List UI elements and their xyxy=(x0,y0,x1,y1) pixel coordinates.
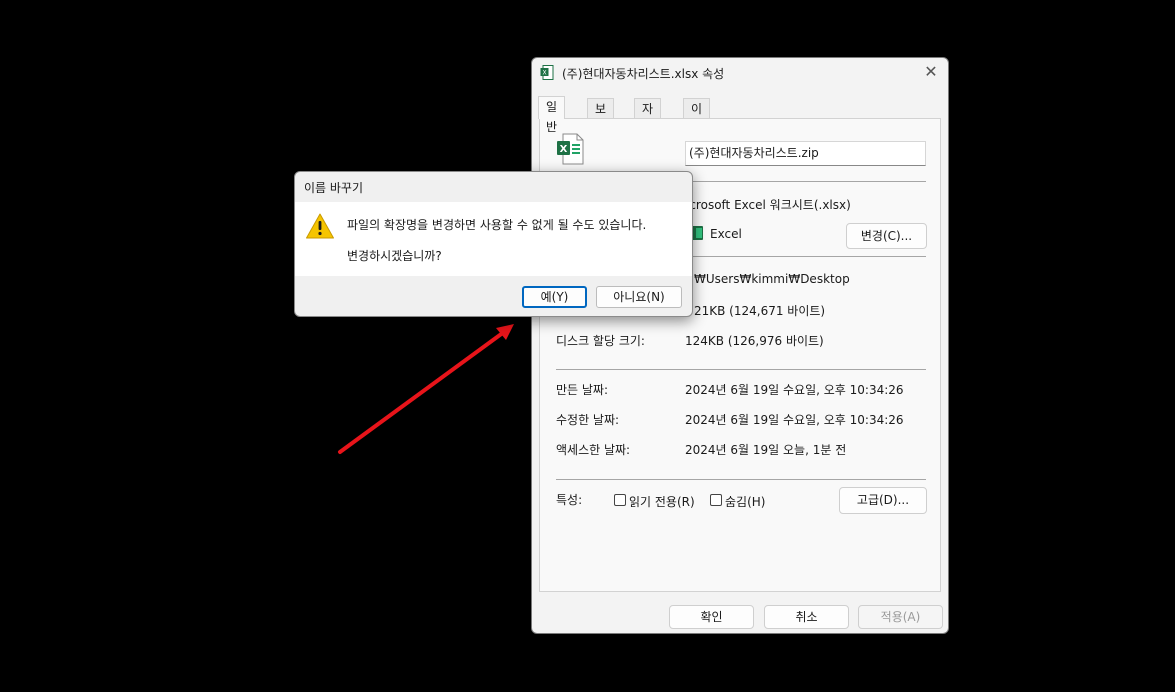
warning-icon xyxy=(306,213,334,239)
rename-confirm-question: 변경하시겠습니까? xyxy=(347,249,442,263)
rename-warning-message: 파일의 확장명을 변경하면 사용할 수 없게 될 수도 있습니다. xyxy=(347,218,647,232)
no-button[interactable]: 아니요(N) xyxy=(596,286,682,308)
tab-general[interactable]: 일반 xyxy=(538,96,566,134)
rename-dialog: 이름 바꾸기 파일의 확장명을 변경하면 사용할 수 없게 될 수도 있습니다.… xyxy=(294,171,693,317)
yes-button[interactable]: 예(Y) xyxy=(522,286,587,308)
rename-dialog-title: 이름 바꾸기 xyxy=(304,181,364,195)
red-arrow-annotation xyxy=(338,324,514,454)
rename-dialog-body: 파일의 확장명을 변경하면 사용할 수 없게 될 수도 있습니다. 변경하시겠습… xyxy=(295,202,692,276)
